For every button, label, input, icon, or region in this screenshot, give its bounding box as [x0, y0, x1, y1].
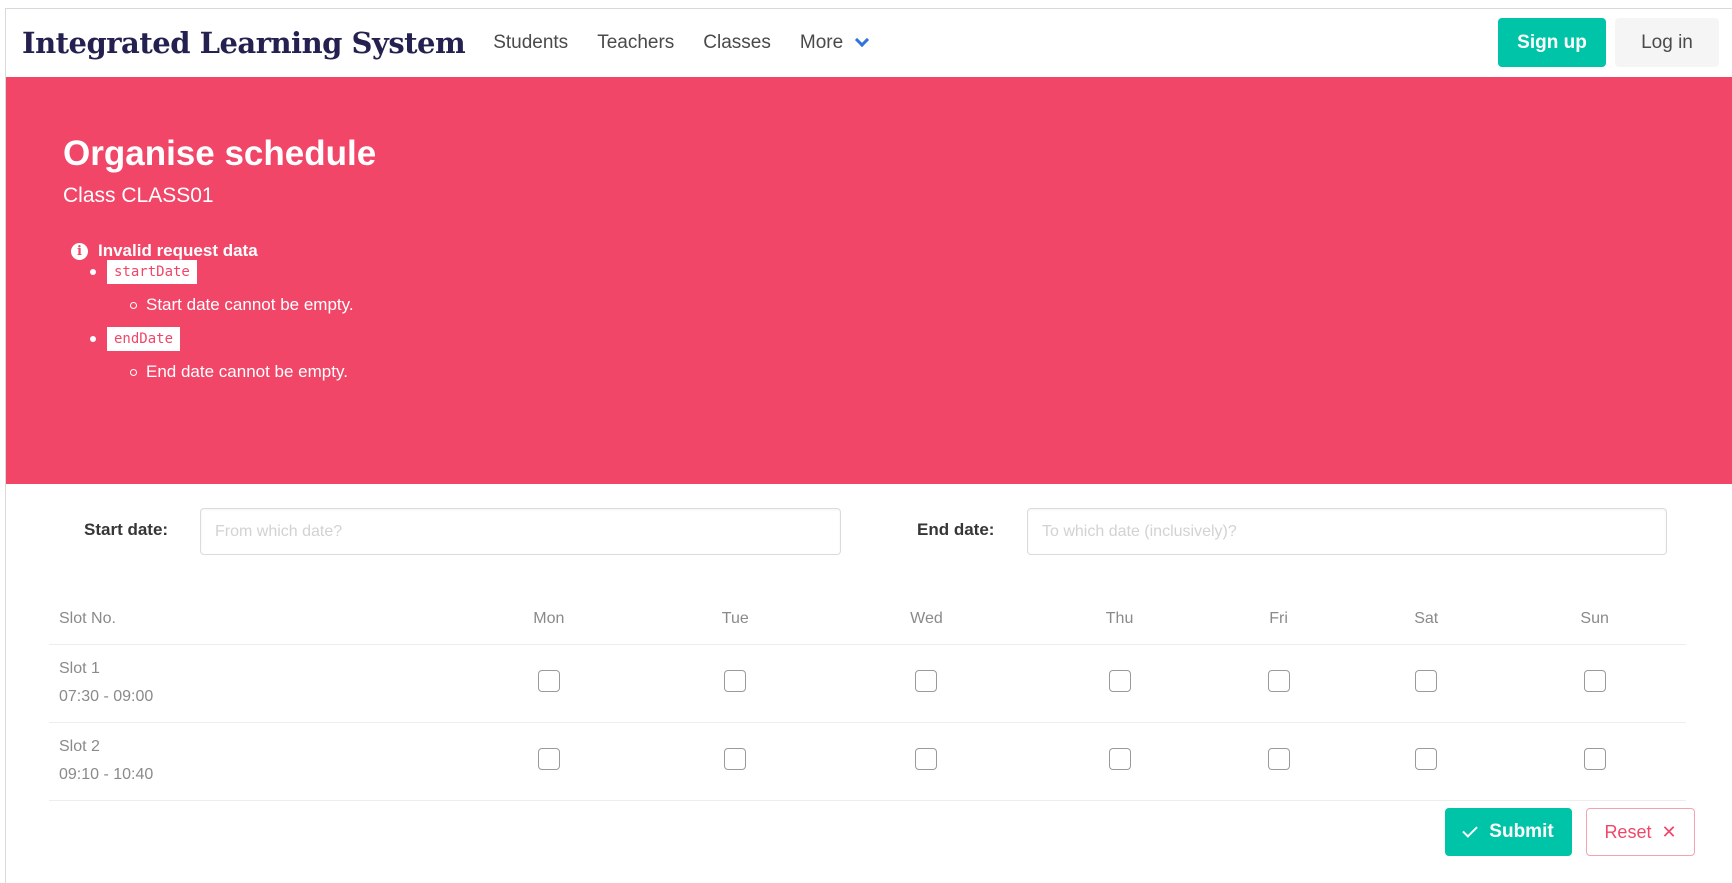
checkbox-slot1-fri[interactable]	[1267, 669, 1290, 692]
navbar: Integrated Learning System Students Teac…	[6, 9, 1732, 77]
error-message-enddate: End date cannot be empty.	[130, 362, 348, 382]
nav-link-students[interactable]: Students	[493, 32, 568, 54]
checkbox-slot1-sun[interactable]	[1583, 669, 1606, 692]
end-date-label: End date:	[917, 520, 995, 539]
col-header-fri: Fri	[1208, 594, 1350, 645]
checkbox-slot1-tue[interactable]	[724, 669, 747, 692]
slot-time: 09:10 - 10:40	[59, 766, 154, 783]
error-message-startdate: Start date cannot be empty.	[130, 295, 354, 315]
checkbox-slot1-wed[interactable]	[915, 669, 938, 692]
error-message-text: End date cannot be empty.	[146, 362, 348, 381]
slot-cell: Slot 2 09:10 - 10:40	[49, 722, 449, 801]
checkbox-slot1-mon[interactable]	[537, 669, 560, 692]
reset-button[interactable]: Reset ✕	[1586, 808, 1695, 856]
nav-link-classes[interactable]: Classes	[703, 32, 771, 54]
checkbox-slot2-sat[interactable]	[1415, 747, 1438, 770]
close-icon: ✕	[1661, 821, 1677, 842]
nav-more-label: More	[799, 32, 844, 53]
checkbox-slot1-thu[interactable]	[1108, 669, 1131, 692]
schedule-table: Slot No. Mon Tue Wed Thu Fri Sat Sun Slo…	[49, 594, 1686, 801]
error-item-enddate: endDate	[90, 327, 181, 351]
nav-link-teachers[interactable]: Teachers	[597, 32, 674, 54]
error-message-text: Start date cannot be empty.	[146, 295, 354, 314]
error-header: i Invalid request data	[71, 241, 258, 261]
start-date-label: Start date:	[84, 520, 169, 539]
slot-name: Slot 1	[59, 660, 100, 677]
circle-bullet-icon	[130, 301, 137, 309]
signup-button[interactable]: Sign up	[1498, 18, 1606, 67]
col-header-mon: Mon	[449, 594, 649, 645]
col-header-thu: Thu	[1031, 594, 1209, 645]
checkbox-slot2-sun[interactable]	[1583, 747, 1606, 770]
brand-logo[interactable]: Integrated Learning System	[22, 26, 466, 60]
checkbox-slot2-fri[interactable]	[1267, 747, 1290, 770]
col-header-slot: Slot No.	[49, 594, 449, 645]
info-icon: i	[71, 242, 88, 260]
checkbox-slot2-wed[interactable]	[915, 747, 938, 770]
col-header-sun: Sun	[1503, 594, 1686, 645]
bullet-icon	[90, 336, 96, 342]
col-header-wed: Wed	[821, 594, 1032, 645]
error-item-startdate: startDate	[90, 260, 197, 284]
checkbox-slot2-mon[interactable]	[537, 747, 560, 770]
submit-button[interactable]: Submit	[1445, 808, 1572, 856]
slot-time: 07:30 - 09:00	[59, 688, 154, 705]
hero-banner: Organise schedule Class CLASS01 i Invali…	[6, 77, 1732, 484]
col-header-tue: Tue	[648, 594, 822, 645]
submit-label: Submit	[1489, 821, 1554, 842]
table-row: Slot 2 09:10 - 10:40	[49, 722, 1686, 801]
nav-actions: Sign up Log in	[1498, 18, 1719, 67]
checkbox-slot1-sat[interactable]	[1415, 669, 1438, 692]
end-date-input[interactable]	[1027, 508, 1667, 555]
login-button[interactable]: Log in	[1615, 18, 1719, 67]
error-title: Invalid request data	[98, 241, 258, 260]
error-field-name: startDate	[107, 260, 197, 284]
checkbox-slot2-thu[interactable]	[1108, 747, 1131, 770]
page-title: Organise schedule	[63, 134, 377, 173]
slot-name: Slot 2	[59, 738, 100, 755]
checkbox-slot2-tue[interactable]	[724, 747, 747, 770]
col-header-sat: Sat	[1349, 594, 1504, 645]
error-field-name: endDate	[107, 327, 181, 351]
start-date-input[interactable]	[200, 508, 841, 555]
chevron-down-icon	[855, 32, 870, 48]
nav-dropdown-more[interactable]: More	[799, 32, 870, 54]
slot-cell: Slot 1 07:30 - 09:00	[49, 644, 449, 723]
page-subtitle: Class CLASS01	[63, 184, 214, 207]
circle-bullet-icon	[130, 368, 137, 376]
table-row: Slot 1 07:30 - 09:00	[49, 644, 1686, 723]
check-icon	[1462, 822, 1479, 838]
table-header-row: Slot No. Mon Tue Wed Thu Fri Sat Sun	[49, 594, 1686, 645]
bullet-icon	[90, 269, 96, 275]
reset-label: Reset	[1604, 821, 1652, 842]
